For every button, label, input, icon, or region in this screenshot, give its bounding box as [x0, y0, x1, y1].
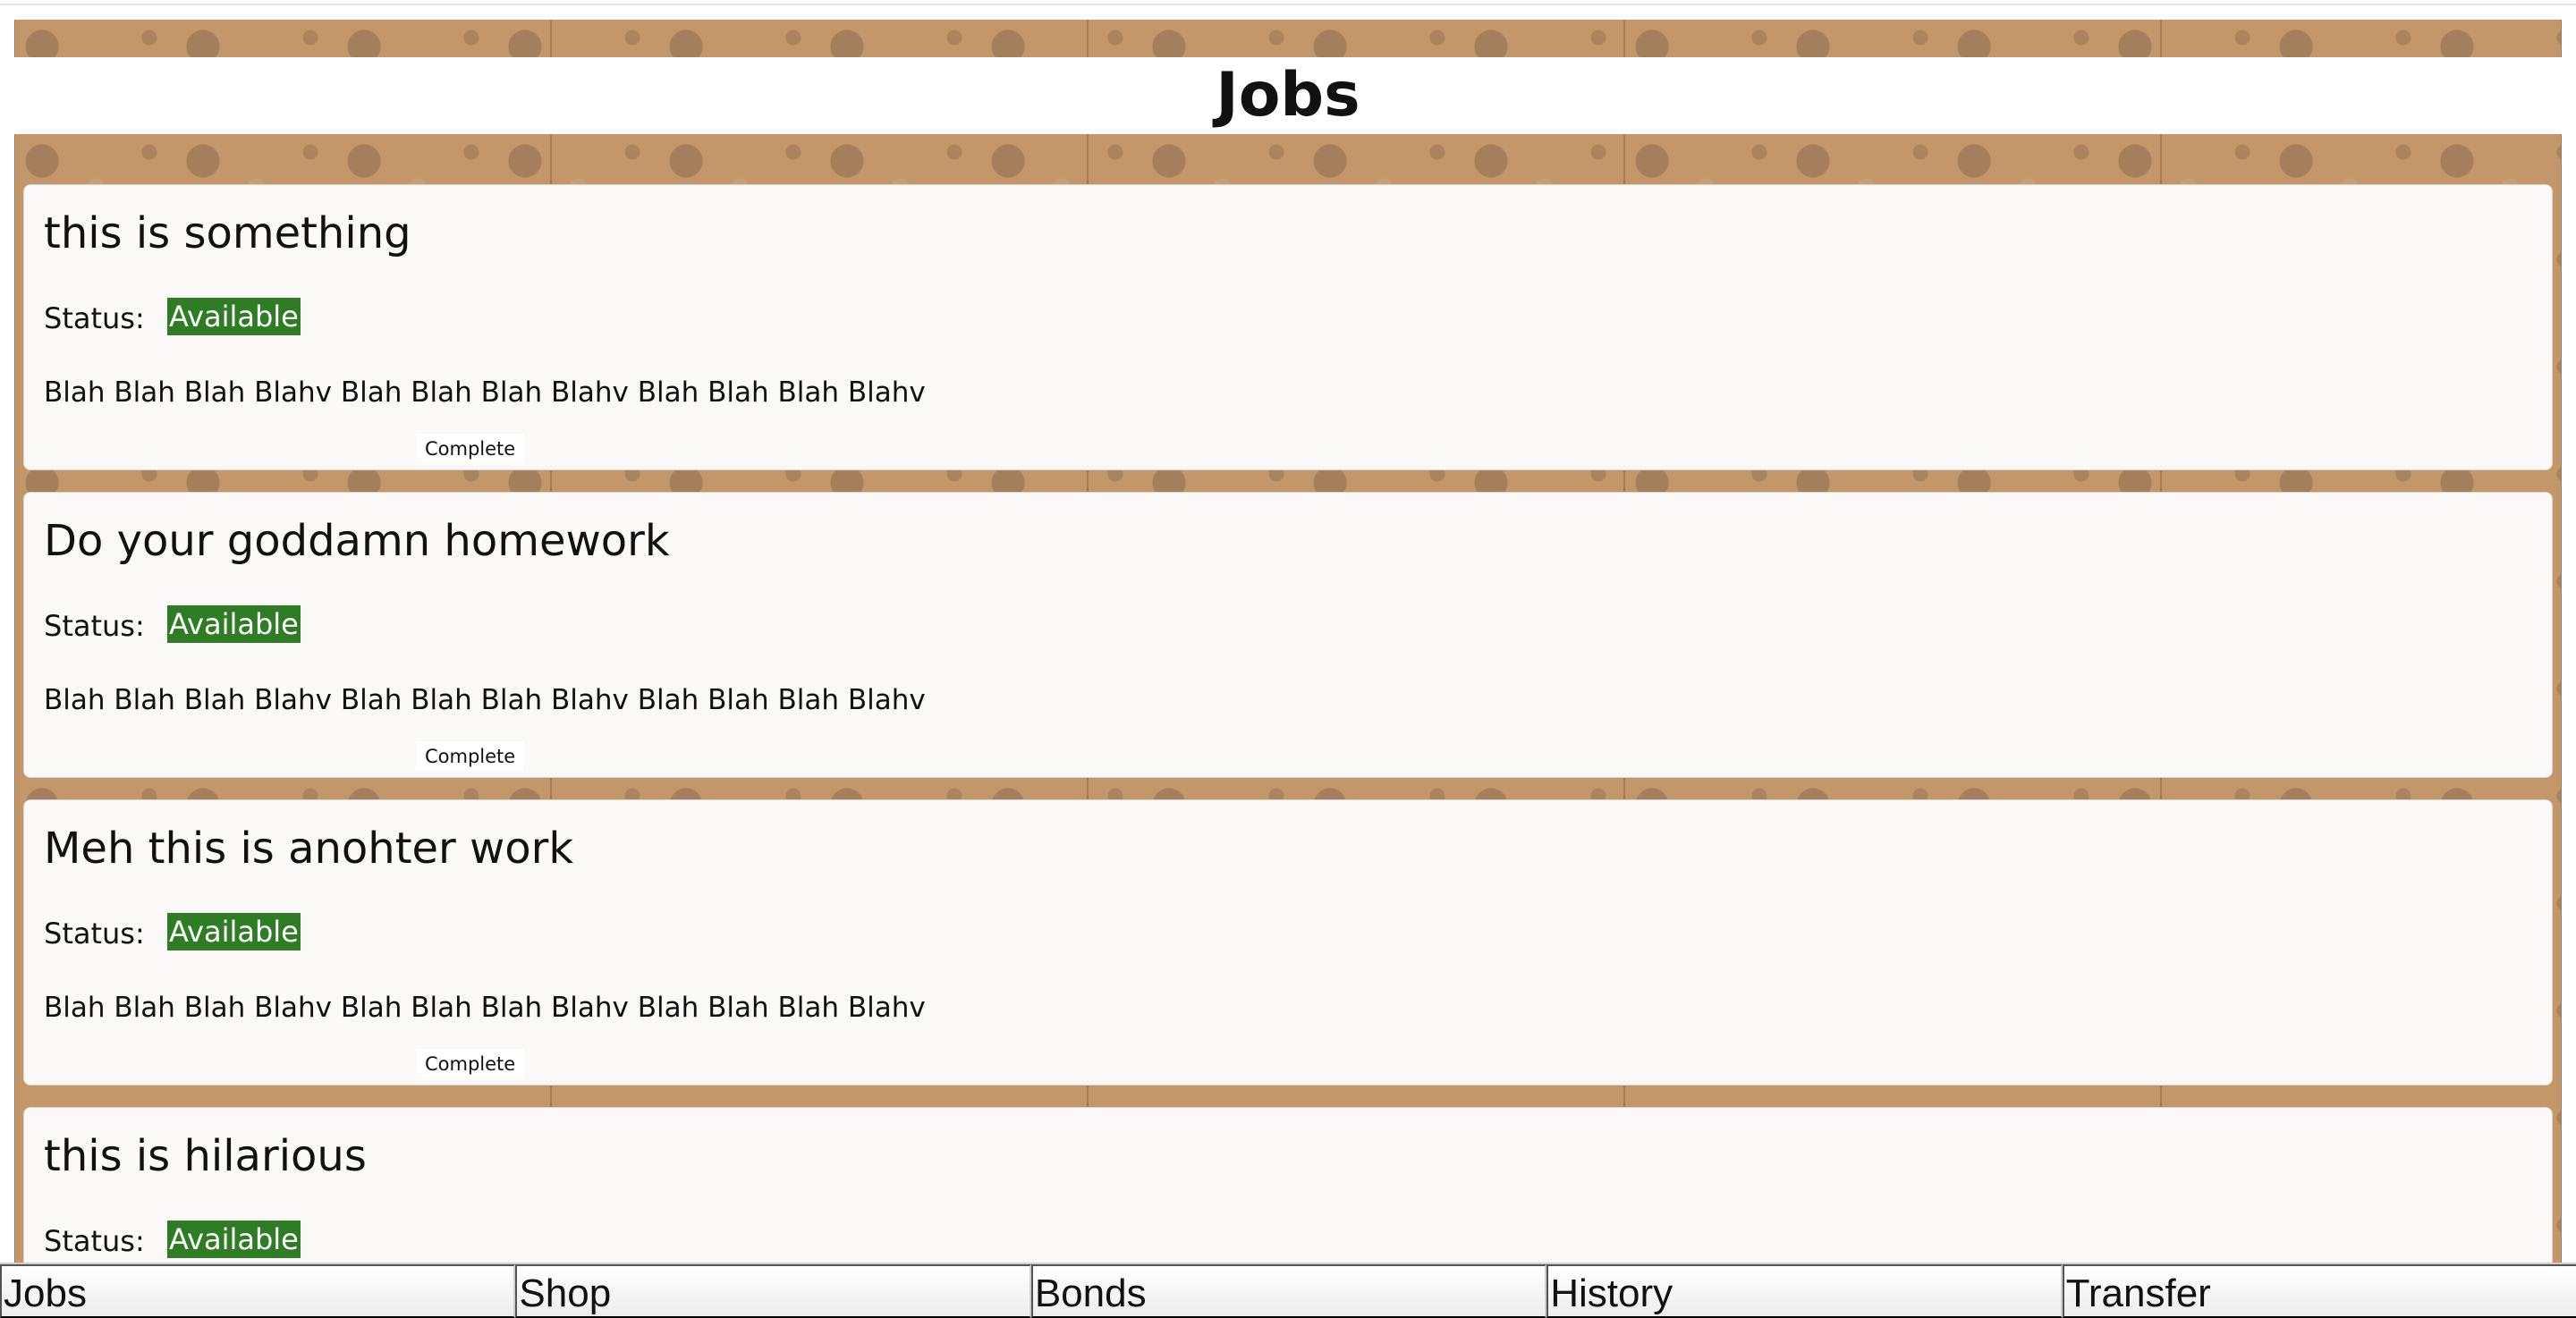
job-title: this is hilarious — [44, 1131, 367, 1181]
nav-item-bonds[interactable]: Bonds — [1030, 1264, 1547, 1318]
nav-item-jobs[interactable]: Jobs — [0, 1264, 516, 1318]
status-label: Status: — [44, 917, 145, 950]
title-bar: Jobs — [14, 57, 2562, 134]
job-title: Do your goddamn homework — [44, 516, 670, 566]
job-description: Blah Blah Blah Blahv Blah Blah Blah Blah… — [44, 992, 926, 1024]
status-badge: Available — [167, 913, 301, 950]
page-title: Jobs — [1216, 60, 1360, 131]
nav-item-transfer[interactable]: Transfer — [2062, 1264, 2576, 1318]
page: Jobs this is something Status: Available… — [0, 0, 2576, 1318]
job-title: Meh this is anohter work — [44, 824, 574, 874]
top-divider — [0, 0, 2576, 5]
complete-button[interactable]: Complete — [416, 1049, 525, 1079]
status-badge: Available — [167, 605, 301, 643]
nav-item-shop[interactable]: Shop — [515, 1264, 1031, 1318]
job-title: this is something — [44, 208, 411, 258]
job-description: Blah Blah Blah Blahv Blah Blah Blah Blah… — [44, 684, 926, 716]
job-description: Blah Blah Blah Blahv Blah Blah Blah Blah… — [44, 376, 926, 409]
complete-button[interactable]: Complete — [416, 434, 525, 464]
status-label: Status: — [44, 301, 145, 335]
status-label: Status: — [44, 609, 145, 643]
status-label: Status: — [44, 1224, 145, 1258]
complete-button[interactable]: Complete — [416, 741, 525, 772]
bottom-nav: Jobs Shop Bonds History Transfer — [0, 1263, 2576, 1318]
status-badge: Available — [167, 1221, 301, 1258]
job-card: Meh this is anohter work Status: Availab… — [23, 799, 2553, 1086]
nav-item-history[interactable]: History — [1546, 1264, 2063, 1318]
job-card: this is something Status: Available Blah… — [23, 184, 2553, 470]
header-background-pattern — [14, 20, 2562, 57]
status-badge: Available — [167, 298, 301, 335]
job-card: Do your goddamn homework Status: Availab… — [23, 492, 2553, 778]
